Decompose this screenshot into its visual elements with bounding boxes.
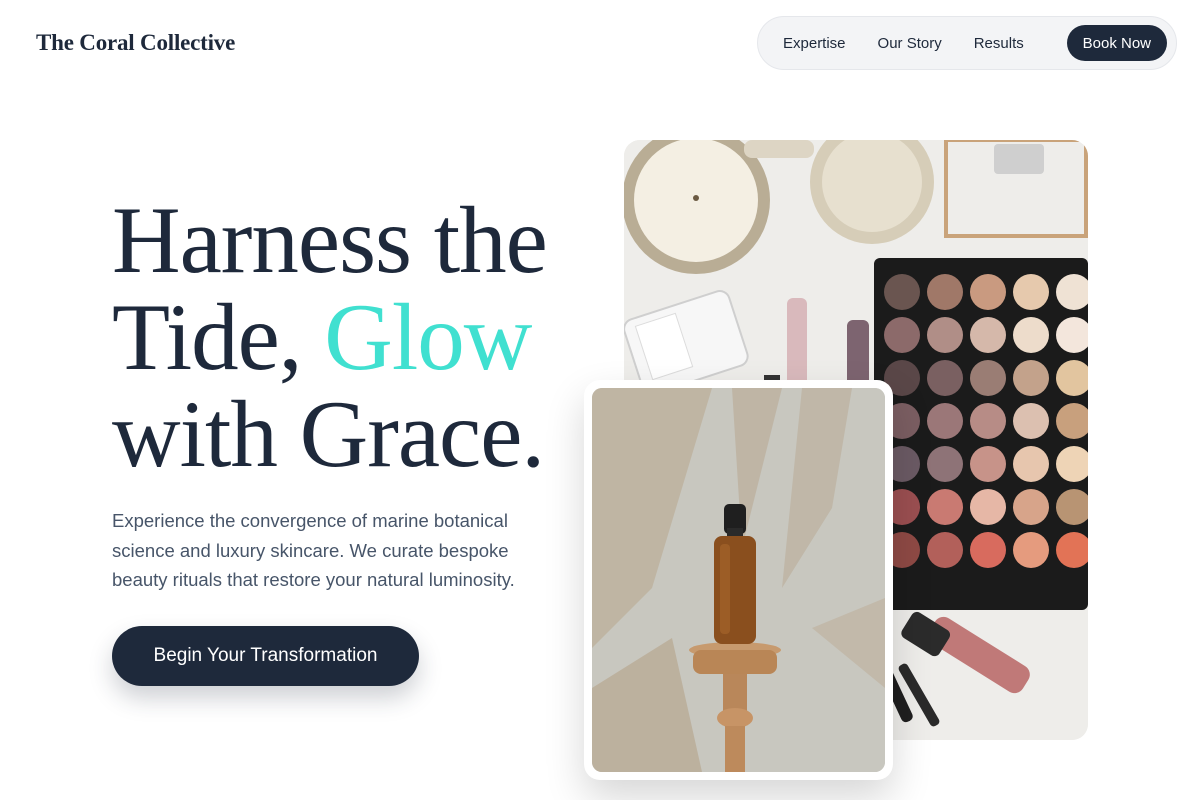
eyeshadow-pan [1013, 489, 1049, 525]
eyeshadow-pan [927, 532, 963, 568]
eyeshadow-pan [1013, 532, 1049, 568]
serum-bottle-image [592, 388, 885, 772]
nav-link-our-story[interactable]: Our Story [862, 35, 958, 52]
eyeshadow-pan [884, 274, 920, 310]
hero-description: Experience the convergence of marine bot… [112, 510, 515, 590]
eyeshadow-pan [1013, 446, 1049, 482]
headline-line-2: Tide, [112, 284, 325, 390]
eyeshadow-pan [927, 274, 963, 310]
eyeshadow-pan [1013, 317, 1049, 353]
eyeshadow-pan [1013, 403, 1049, 439]
headline-line-1: Harness the [112, 187, 548, 293]
hero-headline: Harness the Tide, Glow with Grace. [112, 192, 632, 483]
nav-link-results[interactable]: Results [958, 35, 1040, 52]
headline-accent: Glow [324, 284, 532, 390]
eyeshadow-pan [884, 317, 920, 353]
eyeshadow-pan [970, 532, 1006, 568]
eyeshadow-pan [970, 317, 1006, 353]
serum-bottle-card [584, 380, 893, 780]
eyeshadow-pan [927, 360, 963, 396]
eyeshadow-pan [927, 489, 963, 525]
top-nav: Expertise Our Story Results Book Now [757, 16, 1177, 70]
eyeshadow-pan [970, 403, 1006, 439]
begin-transformation-button[interactable]: Begin Your Transformation [112, 626, 419, 686]
eyeshadow-pan [970, 489, 1006, 525]
nav-link-expertise[interactable]: Expertise [767, 35, 862, 52]
eyeshadow-pan [1013, 274, 1049, 310]
eyeshadow-pan [927, 446, 963, 482]
brand-logo[interactable]: The Coral Collective [36, 30, 235, 56]
eyeshadow-pan [970, 360, 1006, 396]
eyeshadow-pan [970, 274, 1006, 310]
headline-line-3: with Grace. [112, 381, 545, 487]
eyeshadow-pan [970, 446, 1006, 482]
eyeshadow-pan [927, 317, 963, 353]
eyeshadow-pan [927, 403, 963, 439]
eyeshadow-pan [1013, 360, 1049, 396]
book-now-button[interactable]: Book Now [1066, 25, 1167, 61]
